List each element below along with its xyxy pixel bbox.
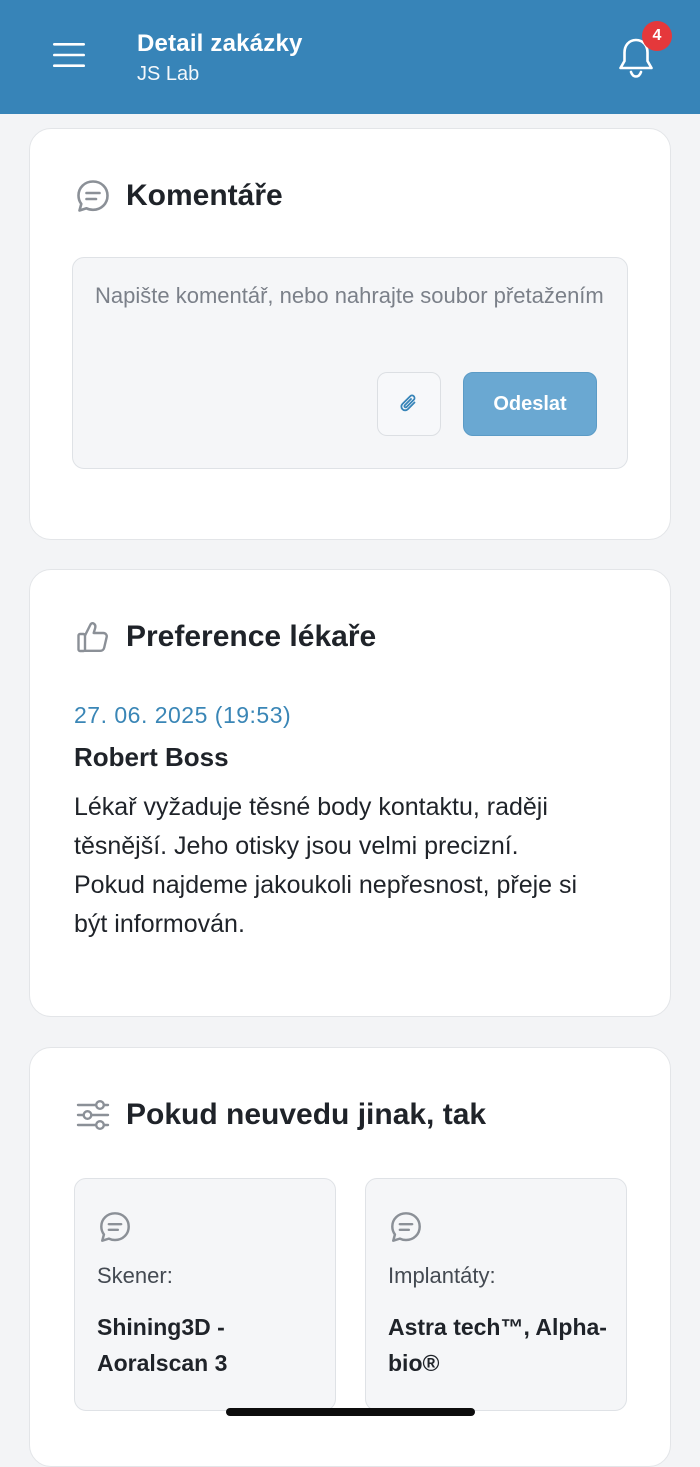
preference-author: Robert Boss [74, 742, 229, 772]
comment-placeholder: Napište komentář, nebo nahrajte soubor p… [95, 283, 604, 308]
notification-count-badge: 4 [642, 21, 672, 51]
scanner-value: Shining3D - Aoralscan 3 [97, 1314, 228, 1376]
chat-bubble-icon [388, 1209, 424, 1245]
defaults-card: Pokud neuvedu jinak, tak Skener: Shining… [29, 1047, 671, 1467]
header-titles: Detail zakázky JS Lab [137, 29, 303, 89]
send-comment-button[interactable]: Odeslat [463, 372, 597, 436]
preference-date: 27. 06. 2025 (19:53) [74, 702, 292, 728]
defaults-card-header: Pokud neuvedu jinak, tak [74, 1096, 486, 1134]
implants-label: Implantáty: [388, 1263, 496, 1288]
doctor-preference-card: Preference lékaře 27. 06. 2025 (19:53) R… [29, 569, 671, 1017]
implants-value: Astra tech™, Alpha-bio® [388, 1314, 607, 1376]
comments-card-header: Komentáře [74, 177, 283, 215]
scanner-option: Skener: Shining3D - Aoralscan 3 [74, 1178, 336, 1411]
chat-bubble-icon [74, 177, 112, 215]
preference-text: Lékař vyžaduje těsné body kontaktu, radě… [74, 793, 578, 938]
app-header: Detail zakázky JS Lab 4 [0, 0, 700, 114]
hamburger-menu-button[interactable] [44, 30, 94, 80]
hamburger-menu-icon [53, 43, 85, 67]
comments-title: Komentáře [126, 179, 283, 212]
scanner-label: Skener: [97, 1263, 173, 1288]
attach-file-button[interactable] [377, 372, 441, 436]
preference-card-header: Preference lékaře [74, 618, 376, 656]
preference-title: Preference lékaře [126, 620, 377, 653]
chat-bubble-icon [97, 1209, 133, 1245]
comments-card: Komentáře Napište komentář, nebo nahrajt… [29, 128, 671, 540]
implants-option: Implantáty: Astra tech™, Alpha-bio® [365, 1178, 627, 1411]
defaults-title: Pokud neuvedu jinak, tak [126, 1098, 487, 1131]
sliders-icon [74, 1096, 112, 1134]
page-title: Detail zakázky [137, 30, 303, 57]
home-indicator[interactable] [226, 1408, 475, 1416]
thumbs-up-icon [74, 618, 112, 656]
page-subtitle: JS Lab [137, 63, 200, 85]
paperclip-icon [400, 394, 416, 412]
comment-input[interactable]: Napište komentář, nebo nahrajte soubor p… [72, 257, 628, 469]
